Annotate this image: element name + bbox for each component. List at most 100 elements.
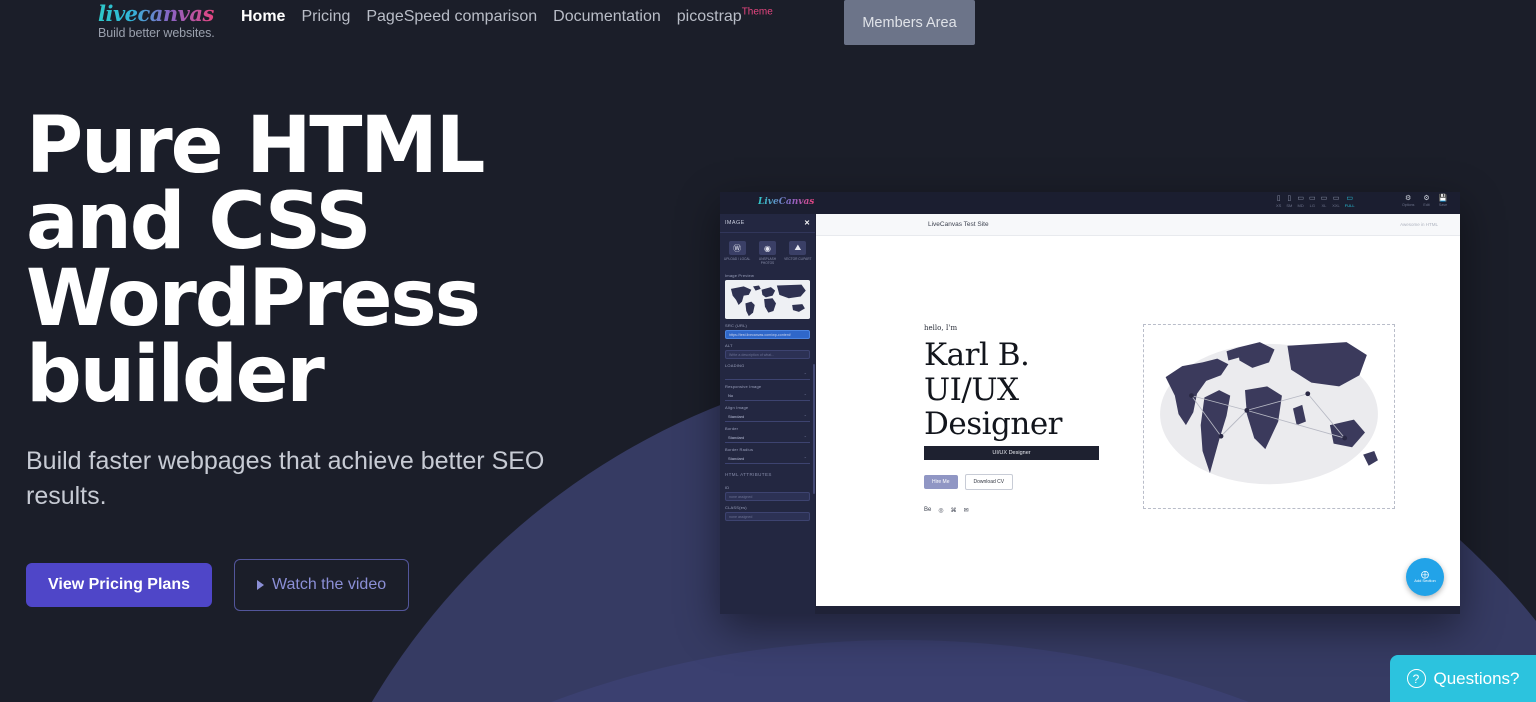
hero-title-line-1: Pure HTML bbox=[26, 101, 485, 191]
logo-wordmark: livecanvas bbox=[98, 1, 214, 26]
class-input[interactable]: none assigned bbox=[725, 512, 810, 521]
nav-link-picostrap-theme-superscript: Theme bbox=[741, 6, 773, 18]
sidebar-scrollbar[interactable] bbox=[813, 364, 815, 494]
chevron-down-icon: ⌃ bbox=[803, 456, 807, 461]
border-value: Standard bbox=[728, 435, 745, 440]
id-input[interactable]: none assigned bbox=[725, 492, 810, 501]
src-url-value: https://test.livecanvas.com/wp-content/ bbox=[729, 332, 791, 337]
questions-chat-button[interactable]: ? Questions? bbox=[1390, 655, 1536, 702]
nav-link-pagespeed-comparison[interactable]: PageSpeed comparison bbox=[366, 6, 537, 28]
options-button[interactable]: ⚙ Options bbox=[1402, 194, 1414, 208]
breakpoint-xs-label: XS bbox=[1276, 203, 1282, 208]
source-upload-local-label: UPLOAD / LOCAL bbox=[724, 257, 751, 261]
hero-title-line-4: builder bbox=[26, 330, 325, 421]
preview-name-line-1: Karl B. bbox=[924, 337, 1030, 373]
editor-preview: LiveCanvas Test Site Awesome in HTML hel… bbox=[816, 214, 1460, 606]
desktop-large-icon: ▭ bbox=[1332, 195, 1340, 202]
fullscreen-icon: ▭ bbox=[1346, 195, 1353, 202]
hero-buttons: View Pricing Plans Watch the video bbox=[26, 558, 666, 611]
questions-label: Questions? bbox=[1433, 668, 1520, 688]
top-navigation: livecanvas Build better websites. Home P… bbox=[0, 0, 1536, 46]
save-icon: 💾 bbox=[1438, 195, 1448, 202]
responsive-image-select[interactable]: No ⌃ bbox=[725, 391, 810, 401]
border-radius-select[interactable]: Standard ⌃ bbox=[725, 454, 810, 464]
source-vector-clipart-label: VECTOR CLIPART bbox=[784, 257, 812, 261]
chevron-down-icon: ⌃ bbox=[803, 372, 807, 377]
breakpoint-xs[interactable]: ▯ XS bbox=[1276, 194, 1281, 208]
breakpoint-full[interactable]: ▭ FULL bbox=[1345, 194, 1355, 208]
preview-site-header: LiveCanvas Test Site Awesome in HTML bbox=[816, 214, 1460, 236]
preview-menu-item[interactable]: Awesome in HTML bbox=[1400, 222, 1438, 227]
breakpoint-lg[interactable]: ▭ LG bbox=[1309, 194, 1316, 208]
question-mark-icon: ? bbox=[1406, 669, 1426, 688]
border-radius-label: Border Radius bbox=[725, 447, 754, 452]
id-placeholder: none assigned bbox=[729, 494, 753, 499]
sidebar-title: IMAGE bbox=[725, 220, 745, 226]
preview-buttons: Hire Me Download CV bbox=[924, 474, 1099, 491]
save-button[interactable]: 💾 Save bbox=[1439, 194, 1448, 208]
edit-button[interactable]: ⚙ Edit bbox=[1423, 194, 1429, 208]
image-preview-label: Image Preview bbox=[725, 273, 755, 278]
save-label: Save bbox=[1438, 203, 1448, 207]
source-vector-clipart[interactable]: ⛰ VECTOR CLIPART bbox=[784, 241, 812, 265]
twitter-icon[interactable]: ✉ bbox=[964, 507, 969, 514]
html-attributes-heading: HTML ATTRIBUTES bbox=[725, 472, 772, 477]
sidebar-header: IMAGE ✕ bbox=[720, 214, 815, 232]
nav-link-picostrap[interactable]: picostrapTheme bbox=[677, 6, 773, 28]
breakpoint-md[interactable]: ▭ MD bbox=[1297, 194, 1304, 208]
breakpoint-xxl-label: XXL bbox=[1332, 203, 1340, 208]
logo-tagline: Build better websites. bbox=[98, 26, 215, 40]
source-upload-local[interactable]: Ⓦ UPLOAD / LOCAL bbox=[723, 241, 751, 265]
class-label: CLASS(es) bbox=[725, 505, 747, 510]
preview-content: hello, I'm Karl B. UI/UX Designer UI/UX … bbox=[816, 236, 1460, 514]
editor-tools: ⚙ Options ⚙ Edit 💾 Save bbox=[1402, 194, 1447, 208]
align-image-select[interactable]: Standard ⌃ bbox=[725, 412, 810, 422]
hero-title-line-2: and CSS bbox=[26, 177, 371, 268]
hero-title-line-3: WordPress bbox=[26, 253, 481, 344]
breakpoint-xxl[interactable]: ▭ XXL bbox=[1332, 194, 1340, 208]
image-preview-thumbnail[interactable] bbox=[725, 280, 810, 319]
behance-icon[interactable]: Be bbox=[924, 507, 931, 514]
breakpoint-xl-label: XL bbox=[1321, 203, 1327, 208]
dribbble-icon[interactable]: ◎ bbox=[938, 507, 943, 514]
add-section-button[interactable]: ⨁ Add Section bbox=[1406, 558, 1444, 596]
download-cv-button[interactable]: Download CV bbox=[964, 474, 1014, 491]
chevron-down-icon: ⌃ bbox=[803, 414, 807, 419]
nav-link-documentation[interactable]: Documentation bbox=[553, 6, 661, 28]
preview-kicker: hello, I'm bbox=[924, 324, 958, 332]
watch-the-video-button[interactable]: Watch the video bbox=[233, 558, 410, 611]
view-pricing-plans-button[interactable]: View Pricing Plans bbox=[26, 562, 212, 607]
nav-link-pricing[interactable]: Pricing bbox=[301, 6, 350, 28]
gear-icon: ⚙ bbox=[1405, 195, 1412, 202]
phone-icon: ▯ bbox=[1276, 195, 1281, 202]
sidebar-divider bbox=[720, 232, 815, 233]
members-area-button[interactable]: Members Area bbox=[844, 0, 975, 45]
preview-site-title[interactable]: LiveCanvas Test Site bbox=[928, 221, 989, 228]
laptop-icon: ▭ bbox=[1308, 195, 1316, 202]
id-label: ID bbox=[725, 485, 730, 490]
preview-name: Karl B. UI/UX Designer bbox=[924, 338, 1099, 442]
world-map-illustration-icon bbox=[1160, 341, 1378, 484]
close-icon[interactable]: ✕ bbox=[804, 219, 810, 227]
nav-link-home[interactable]: Home bbox=[241, 6, 285, 28]
preview-selected-image[interactable] bbox=[1143, 324, 1395, 509]
site-logo[interactable]: livecanvas Build better websites. bbox=[98, 3, 238, 41]
source-unsplash-photos-label: UNSPLASH PHOTOS bbox=[758, 257, 777, 265]
image-icon: ⛰ bbox=[789, 241, 807, 255]
border-label: Border bbox=[725, 426, 739, 431]
breakpoint-sm[interactable]: ▯ SM bbox=[1286, 194, 1292, 208]
alt-input[interactable]: Write a description of what... bbox=[725, 350, 810, 359]
source-unsplash-photos[interactable]: ◉ UNSPLASH PHOTOS bbox=[753, 241, 781, 265]
loading-select[interactable]: ⌃ bbox=[725, 370, 810, 380]
hero-subtitle: Build faster webpages that achieve bette… bbox=[26, 446, 545, 511]
responsive-image-value: No bbox=[728, 393, 734, 398]
src-url-input[interactable]: https://test.livecanvas.com/wp-content/ bbox=[725, 330, 810, 339]
hero-section: Pure HTML and CSS WordPress builder Buil… bbox=[26, 101, 666, 611]
camera-icon: ◉ bbox=[758, 241, 776, 255]
phone-large-icon: ▯ bbox=[1287, 195, 1292, 202]
hire-me-button[interactable]: Hire Me bbox=[924, 475, 958, 490]
breakpoint-xl[interactable]: ▭ XL bbox=[1321, 194, 1328, 208]
border-select[interactable]: Standard ⌃ bbox=[725, 433, 810, 443]
github-icon[interactable]: ⌘ bbox=[951, 507, 957, 514]
chevron-down-icon: ⌃ bbox=[803, 393, 807, 398]
